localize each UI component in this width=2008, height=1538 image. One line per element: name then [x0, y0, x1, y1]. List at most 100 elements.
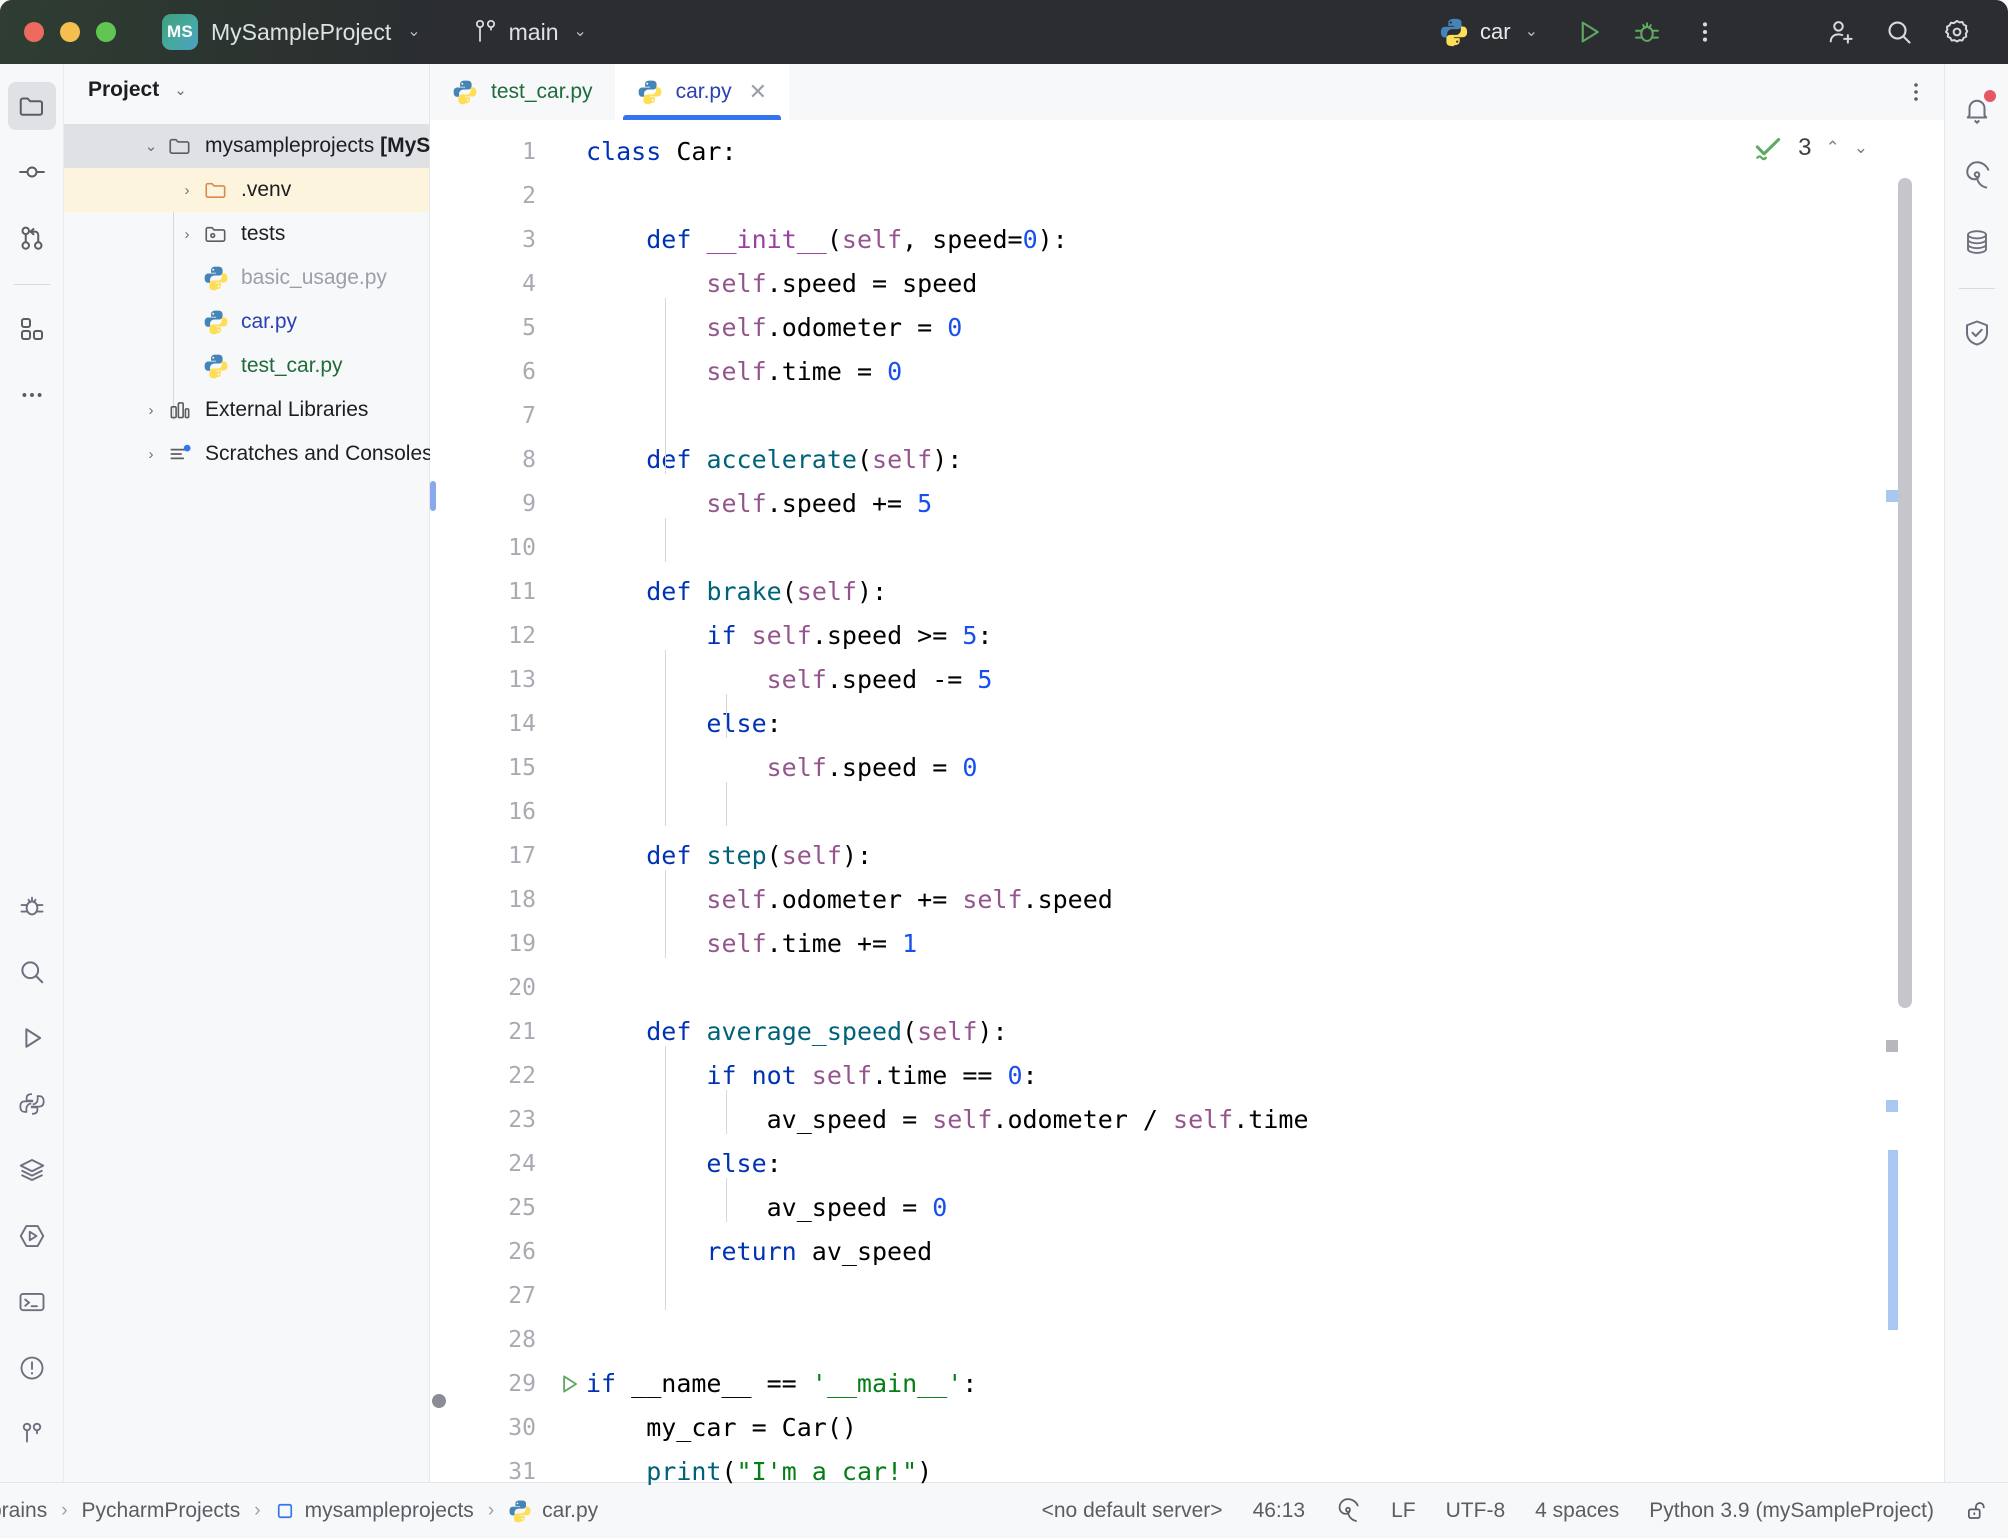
close-icon[interactable]: ✕ [749, 81, 767, 103]
editor-tab-options-button[interactable] [1888, 64, 1944, 120]
sidebar-item-more-tool-windows[interactable] [8, 371, 56, 419]
maximize-window-button[interactable] [96, 22, 116, 42]
sidebar-item-run-anything[interactable] [8, 1212, 56, 1260]
chevron-right-icon[interactable]: › [174, 226, 200, 243]
tab-label: test_car.py [491, 80, 593, 104]
chevron-down-icon[interactable]: ⌄ [138, 137, 164, 155]
default-server-status[interactable]: <no default server> [1042, 1499, 1223, 1523]
code-line: my_car = Car() [586, 1406, 1944, 1450]
python-file-icon [200, 265, 232, 291]
tree-item-scratches-and-consoles[interactable]: › Scratches and Consoles [64, 432, 429, 476]
ai-assistant-icon[interactable] [1335, 1498, 1361, 1524]
page-title: Project [88, 78, 159, 102]
unlocked-icon[interactable] [1964, 1498, 1990, 1524]
sidebar-item-debug[interactable] [8, 882, 56, 930]
line-number: 6 [430, 350, 552, 394]
editor-marker[interactable] [1886, 490, 1898, 502]
line-number: 17 [430, 834, 552, 878]
line-number: 29 [430, 1362, 552, 1406]
chevron-down-icon: ⌄ [407, 24, 420, 40]
minimize-window-button[interactable] [60, 22, 80, 42]
run-button[interactable] [1560, 9, 1618, 55]
editor-marker[interactable] [1886, 1100, 1898, 1112]
left-tool-rail [0, 64, 64, 1482]
more-actions-button[interactable] [1676, 9, 1734, 55]
line-number: 12 [430, 614, 552, 658]
line-separator[interactable]: LF [1391, 1499, 1416, 1523]
sidebar-item-problems[interactable] [8, 1344, 56, 1392]
notifications-icon[interactable] [1953, 86, 2001, 134]
breadcrumb-item-brains[interactable]: brains [0, 1499, 59, 1523]
indent-setting[interactable]: 4 spaces [1535, 1499, 1619, 1523]
tab-car-py[interactable]: car.py ✕ [615, 64, 789, 120]
caret-position[interactable]: 46:13 [1253, 1499, 1306, 1523]
sidebar-item-project[interactable] [8, 82, 56, 130]
breadcrumb-item-car-py[interactable]: car.py [496, 1499, 610, 1523]
project-name-label: MySampleProject [211, 19, 391, 46]
debug-button[interactable] [1618, 9, 1676, 55]
branch-selector[interactable]: main ⌄ [475, 17, 587, 47]
breadcrumb-item-pycharmprojects[interactable]: PycharmProjects [70, 1499, 253, 1523]
tree-item-basic-usage-py[interactable]: basic_usage.py [64, 256, 429, 300]
tab-test-car-py[interactable]: test_car.py [430, 64, 615, 120]
tree-item-tests[interactable]: › tests [64, 212, 429, 256]
library-icon [164, 397, 196, 423]
sidebar-item-pull-requests[interactable] [8, 214, 56, 262]
editor-marker[interactable] [1888, 1150, 1898, 1330]
project-selector[interactable]: MS MySampleProject ⌄ [162, 14, 421, 50]
chevron-right-icon[interactable]: › [138, 446, 164, 463]
tree-item-venv[interactable]: › .venv [64, 168, 429, 212]
sidebar-item-version-control[interactable] [8, 1410, 56, 1458]
code-content[interactable]: class Car: def __init__(self, speed=0): … [552, 120, 1944, 1482]
close-window-button[interactable] [24, 22, 44, 42]
security-icon[interactable] [1953, 309, 2001, 357]
inspection-widget[interactable]: 3 ⌃ ⌄ [1752, 132, 1868, 164]
chevron-right-icon[interactable]: › [138, 402, 164, 419]
tree-item-label: test_car.py [241, 354, 343, 378]
search-everywhere-button[interactable] [1870, 9, 1928, 55]
code-line: class Car: [586, 130, 1944, 174]
sidebar-item-run[interactable] [8, 1014, 56, 1062]
code-line: def __init__(self, speed=0): [586, 218, 1944, 262]
sidebar-item-plugins[interactable] [8, 305, 56, 353]
indent-guide [726, 1090, 727, 1134]
tree-item-test-car-py[interactable]: test_car.py [64, 344, 429, 388]
sidebar-item-find[interactable] [8, 948, 56, 996]
vertical-scrollbar[interactable] [1898, 178, 1912, 1008]
code-with-me-button[interactable] [1812, 9, 1870, 55]
next-highlight-button[interactable]: ⌄ [1854, 138, 1868, 158]
code-editor[interactable]: 3 ⌃ ⌄ 1 2 3 4 5 6 7 8 9 10 11 [430, 120, 1944, 1482]
code-line: def accelerate(self): [586, 438, 1944, 482]
sidebar-item-commit[interactable] [8, 148, 56, 196]
code-line [586, 1274, 1944, 1318]
code-line: if __name__ == '__main__': [586, 1362, 1944, 1406]
code-line [586, 394, 1944, 438]
project-tool-window-header[interactable]: Project ⌄ [64, 64, 429, 116]
chevron-right-icon[interactable]: › [174, 182, 200, 199]
ai-assistant-icon[interactable] [1953, 152, 2001, 200]
database-icon[interactable] [1953, 218, 2001, 266]
sidebar-item-terminal[interactable] [8, 1278, 56, 1326]
tree-item-mysampleprojects[interactable]: ⌄ mysampleprojects [MySampleProject] [64, 124, 429, 168]
python-interpreter[interactable]: Python 3.9 (mySampleProject) [1649, 1499, 1934, 1523]
tree-item-car-py[interactable]: car.py [64, 300, 429, 344]
editor-marker[interactable] [1886, 1040, 1898, 1052]
settings-button[interactable] [1928, 9, 1986, 55]
run-configuration-selector[interactable]: car ⌄ [1429, 17, 1548, 47]
editor-gutter[interactable]: 1 2 3 4 5 6 7 8 9 10 11 12 13 14 15 16 1 [430, 120, 552, 1482]
previous-highlight-button[interactable]: ⌃ [1826, 138, 1840, 158]
code-line: def average_speed(self): [586, 1010, 1944, 1054]
folder-excluded-icon [200, 177, 232, 203]
file-encoding[interactable]: UTF-8 [1446, 1499, 1506, 1523]
breadcrumb-item-mysampleprojects[interactable]: mysampleprojects [263, 1499, 486, 1523]
tree-item-label: External Libraries [205, 398, 368, 422]
breadcrumb-label: brains [0, 1499, 47, 1523]
line-number: 31 [430, 1450, 552, 1494]
status-bar-right: <no default server> 46:13 LF UTF-8 4 spa… [1042, 1498, 1990, 1524]
title-bar: MS MySampleProject ⌄ main ⌄ [0, 0, 2008, 64]
tree-item-external-libraries[interactable]: › External Libraries [64, 388, 429, 432]
sidebar-item-python-console[interactable] [8, 1080, 56, 1128]
sidebar-item-services[interactable] [8, 1146, 56, 1194]
line-number: 14 [430, 702, 552, 746]
code-line: return av_speed [586, 1230, 1944, 1274]
